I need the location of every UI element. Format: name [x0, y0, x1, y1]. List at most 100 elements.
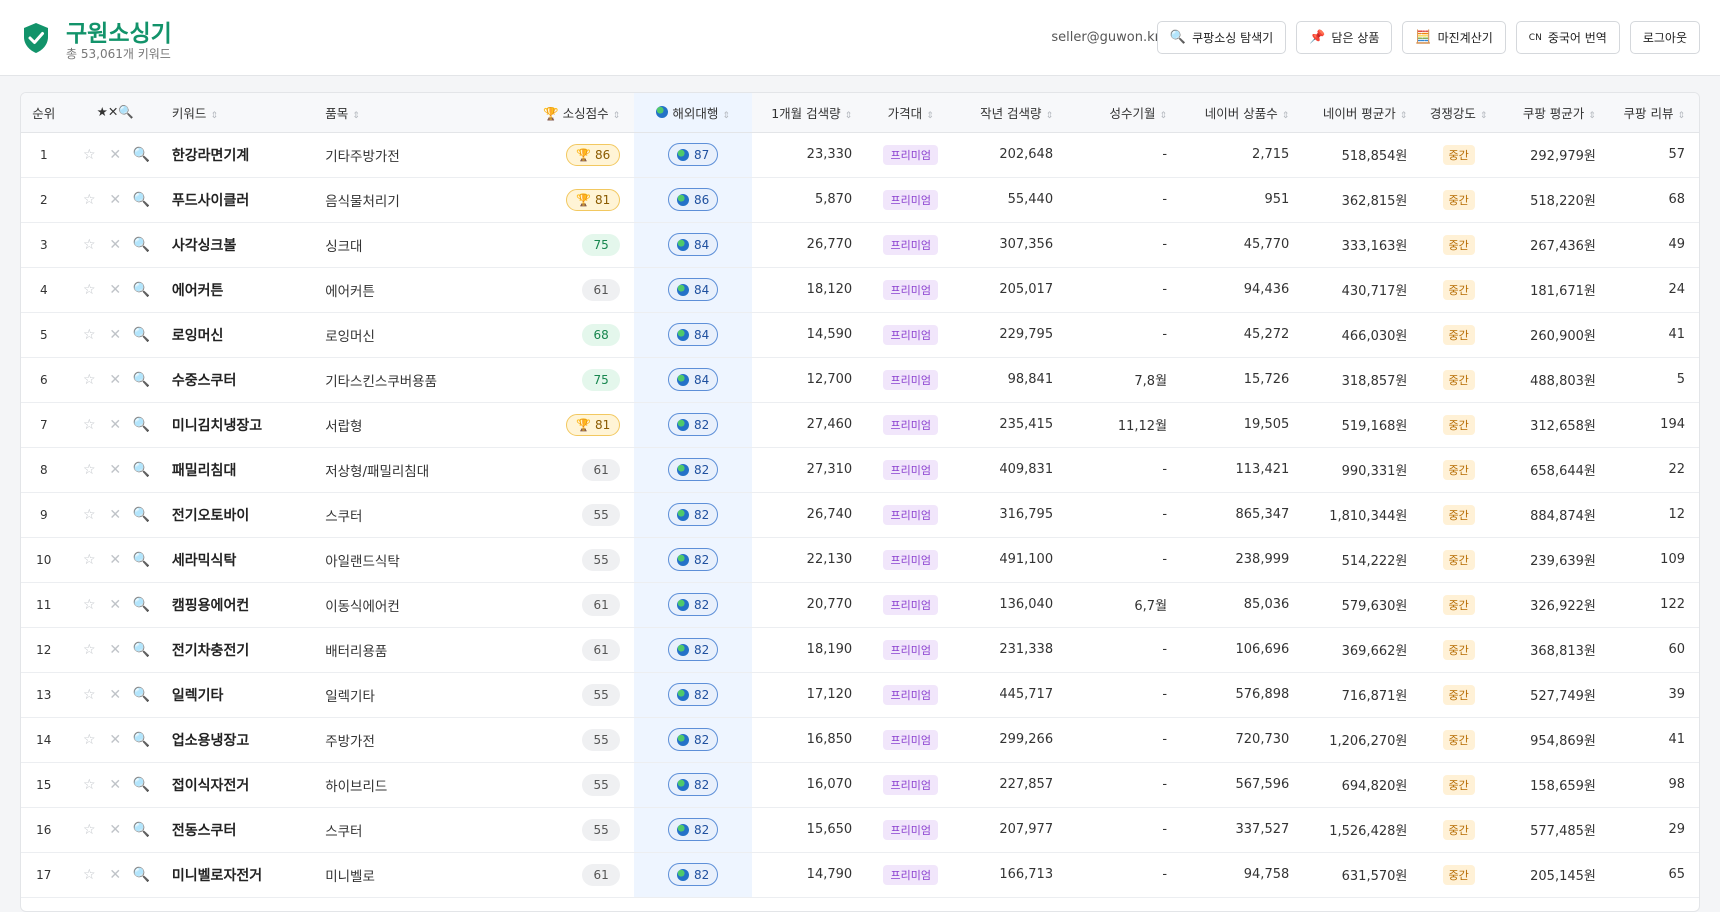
- col-season[interactable]: 성수기월 ⇕: [1067, 93, 1182, 133]
- logout-button[interactable]: 로그아웃: [1629, 21, 1700, 54]
- saved-products-button[interactable]: 📌 담은 상품: [1296, 21, 1393, 54]
- table-row[interactable]: 4 ☆ ✕ 🔍 에어커튼 에어커튼 61 84 18,120 프리미엄 205,01…: [21, 267, 1699, 312]
- col-sourcing-score[interactable]: 🏆 소싱점수 ⇕: [482, 93, 635, 133]
- keyword-cell[interactable]: 로잉머신: [164, 312, 317, 357]
- close-icon[interactable]: ✕: [102, 822, 128, 838]
- table-row[interactable]: 17 ☆ ✕ 🔍 미니벨로자전거 미니벨로 61 82 14,790 프리미엄 16…: [21, 852, 1699, 897]
- keyword-cell[interactable]: 업소용냉장고: [164, 717, 317, 762]
- table-row[interactable]: 10 ☆ ✕ 🔍 세라믹식탁 아일랜드식탁 55 82 22,130 프리미엄 49…: [21, 537, 1699, 582]
- search-icon[interactable]: 🔍: [128, 642, 154, 658]
- col-overseas[interactable]: 해외대행 ⇕: [634, 93, 753, 133]
- col-monthly-search[interactable]: 1개월 검색량 ⇕: [752, 93, 867, 133]
- keyword-cell[interactable]: 전기오토바이: [164, 492, 317, 537]
- search-icon[interactable]: 🔍: [128, 507, 154, 523]
- table-row[interactable]: 13 ☆ ✕ 🔍 일렉기타 일렉기타 55 82 17,120 프리미엄 445,7…: [21, 672, 1699, 717]
- star-icon[interactable]: ☆: [76, 777, 102, 793]
- overseas-badge[interactable]: 82: [668, 458, 719, 481]
- close-icon[interactable]: ✕: [102, 552, 128, 568]
- margin-calculator-button[interactable]: 🧮 마진계산기: [1402, 21, 1506, 54]
- overseas-badge[interactable]: 82: [668, 683, 719, 706]
- star-icon[interactable]: ☆: [76, 192, 102, 208]
- star-icon[interactable]: ☆: [76, 597, 102, 613]
- col-naver-count[interactable]: 네이버 상품수 ⇕: [1181, 93, 1304, 133]
- close-icon[interactable]: ✕: [102, 507, 128, 523]
- keyword-cell[interactable]: 수중스쿠터: [164, 357, 317, 402]
- table-row[interactable]: 7 ☆ ✕ 🔍 미니김치냉장고 서랍형 🏆 81 82 27,460 프리미엄 235…: [21, 402, 1699, 447]
- search-icon[interactable]: 🔍: [128, 777, 154, 793]
- table-row[interactable]: 16 ☆ ✕ 🔍 전동스쿠터 스쿠터 55 82 15,650 프리미엄 207,9…: [21, 807, 1699, 852]
- keyword-cell[interactable]: 한강라면기계: [164, 132, 317, 177]
- col-rank[interactable]: 순위: [21, 93, 67, 133]
- search-icon[interactable]: 🔍: [128, 732, 154, 748]
- col-category[interactable]: 품목 ⇕: [317, 93, 483, 133]
- overseas-badge[interactable]: 82: [668, 863, 719, 886]
- search-icon[interactable]: 🔍: [128, 417, 154, 433]
- star-icon[interactable]: ☆: [76, 687, 102, 703]
- search-icon[interactable]: 🔍: [128, 237, 154, 253]
- table-row[interactable]: 2 ☆ ✕ 🔍 푸드사이클러 음식물처리기 🏆 81 86 5,870 프리미엄 55…: [21, 177, 1699, 222]
- star-icon[interactable]: ☆: [76, 462, 102, 478]
- chinese-translate-button[interactable]: CN 중국어 번역: [1515, 21, 1620, 54]
- star-icon[interactable]: ☆: [76, 732, 102, 748]
- col-coupang-avg[interactable]: 쿠팡 평균가 ⇕: [1495, 93, 1610, 133]
- overseas-badge[interactable]: 82: [668, 413, 719, 436]
- close-icon[interactable]: ✕: [102, 462, 128, 478]
- star-icon[interactable]: ☆: [76, 552, 102, 568]
- col-last-year-search[interactable]: 작년 검색량 ⇕: [955, 93, 1068, 133]
- search-icon[interactable]: 🔍: [128, 372, 154, 388]
- close-icon[interactable]: ✕: [102, 867, 128, 883]
- search-icon[interactable]: 🔍: [128, 687, 154, 703]
- close-icon[interactable]: ✕: [102, 327, 128, 343]
- overseas-badge[interactable]: 86: [668, 188, 719, 211]
- close-icon[interactable]: ✕: [102, 687, 128, 703]
- keyword-cell[interactable]: 일렉기타: [164, 672, 317, 717]
- col-competition[interactable]: 경쟁강도 ⇕: [1421, 93, 1496, 133]
- keyword-cell[interactable]: 에어커튼: [164, 267, 317, 312]
- star-icon[interactable]: ☆: [76, 642, 102, 658]
- close-icon[interactable]: ✕: [102, 192, 128, 208]
- star-icon[interactable]: ☆: [76, 867, 102, 883]
- keyword-cell[interactable]: 접이식자전거: [164, 762, 317, 807]
- star-icon[interactable]: ☆: [76, 507, 102, 523]
- overseas-badge[interactable]: 84: [668, 323, 719, 346]
- star-icon[interactable]: ☆: [76, 372, 102, 388]
- search-icon[interactable]: 🔍: [128, 282, 154, 298]
- star-icon[interactable]: ☆: [76, 822, 102, 838]
- star-icon[interactable]: ☆: [76, 237, 102, 253]
- search-icon[interactable]: 🔍: [128, 552, 154, 568]
- overseas-badge[interactable]: 82: [668, 638, 719, 661]
- col-naver-avg[interactable]: 네이버 평균가 ⇕: [1303, 93, 1422, 133]
- keyword-cell[interactable]: 패밀리침대: [164, 447, 317, 492]
- table-row[interactable]: 14 ☆ ✕ 🔍 업소용냉장고 주방가전 55 82 16,850 프리미엄 299…: [21, 717, 1699, 762]
- table-row[interactable]: 3 ☆ ✕ 🔍 사각싱크볼 싱크대 75 84 26,770 프리미엄 307,35…: [21, 222, 1699, 267]
- table-row[interactable]: 11 ☆ ✕ 🔍 캠핑용에어컨 이동식에어컨 61 82 20,770 프리미엄 1…: [21, 582, 1699, 627]
- overseas-badge[interactable]: 82: [668, 548, 719, 571]
- col-keyword[interactable]: 키워드 ⇕: [163, 93, 318, 133]
- overseas-badge[interactable]: 82: [668, 728, 719, 751]
- overseas-badge[interactable]: 84: [668, 368, 719, 391]
- search-icon[interactable]: 🔍: [128, 867, 154, 883]
- table-row[interactable]: 8 ☆ ✕ 🔍 패밀리침대 저상형/패밀리침대 61 82 27,310 프리미엄 …: [21, 447, 1699, 492]
- search-icon[interactable]: 🔍: [128, 597, 154, 613]
- table-row[interactable]: 1 ☆ ✕ 🔍 한강라면기계 기타주방가전 🏆 86 87 23,330 프리미엄 2…: [21, 132, 1699, 177]
- table-row[interactable]: 5 ☆ ✕ 🔍 로잉머신 로잉머신 68 84 14,590 프리미엄 229,79…: [21, 312, 1699, 357]
- star-icon[interactable]: ☆: [76, 282, 102, 298]
- col-coupang-reviews[interactable]: 쿠팡 리뷰 ⇕: [1609, 93, 1699, 133]
- star-icon[interactable]: ☆: [76, 417, 102, 433]
- table-row[interactable]: 6 ☆ ✕ 🔍 수중스쿠터 기타스킨스쿠버용품 75 84 12,700 프리미엄 …: [21, 357, 1699, 402]
- close-icon[interactable]: ✕: [102, 597, 128, 613]
- close-icon[interactable]: ✕: [102, 147, 128, 163]
- overseas-badge[interactable]: 84: [668, 278, 719, 301]
- keyword-cell[interactable]: 사각싱크볼: [164, 222, 317, 267]
- keyword-cell[interactable]: 전기차충전기: [164, 627, 317, 672]
- keyword-cell[interactable]: 세라믹식탁: [164, 537, 317, 582]
- overseas-badge[interactable]: 84: [668, 233, 719, 256]
- keyword-cell[interactable]: 캠핑용에어컨: [164, 582, 317, 627]
- search-icon[interactable]: 🔍: [128, 327, 154, 343]
- table-row[interactable]: 12 ☆ ✕ 🔍 전기차충전기 배터리용품 61 82 18,190 프리미엄 23…: [21, 627, 1699, 672]
- overseas-badge[interactable]: 82: [668, 593, 719, 616]
- keyword-cell[interactable]: 푸드사이클러: [164, 177, 317, 222]
- close-icon[interactable]: ✕: [102, 417, 128, 433]
- overseas-badge[interactable]: 82: [668, 818, 719, 841]
- coupang-sourcing-explorer-button[interactable]: 🔍 쿠팡소싱 탐색기: [1156, 21, 1287, 54]
